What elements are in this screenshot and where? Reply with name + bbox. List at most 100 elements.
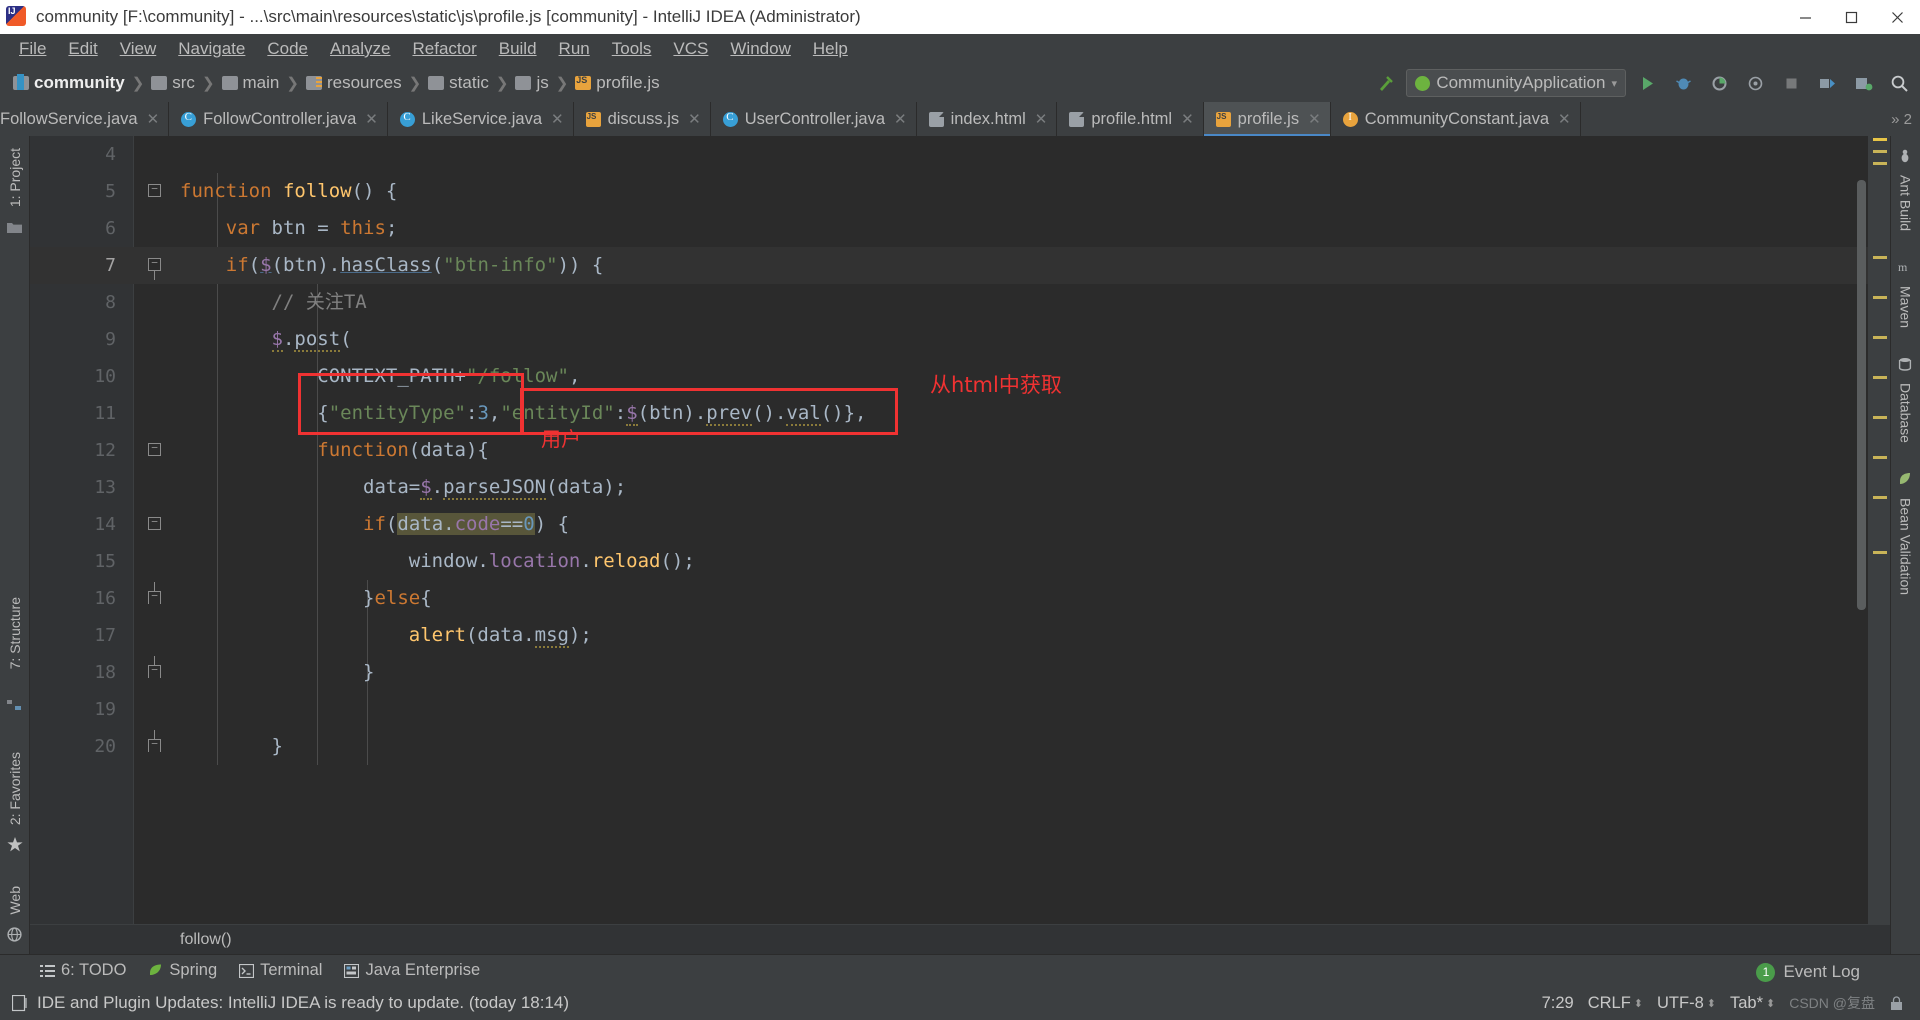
breadcrumb-item-main[interactable]: main xyxy=(219,71,283,95)
run-configuration-selector[interactable]: CommunityApplication ▾ xyxy=(1406,69,1626,97)
menu-vcs[interactable]: VCS xyxy=(662,36,719,62)
error-stripe[interactable] xyxy=(1868,136,1890,924)
editor-tab-profile-html[interactable]: profile.html ✕ xyxy=(1057,102,1204,136)
sidebar-item-maven[interactable]: Maven xyxy=(1894,280,1918,334)
hammer-icon[interactable] xyxy=(1370,69,1400,97)
web-icon[interactable] xyxy=(7,927,22,942)
caret-position[interactable]: 7:29 xyxy=(1542,994,1574,1013)
code-editor[interactable]: 4 5function follow() {6 var btn = this;7 … xyxy=(30,136,1890,954)
editor-tab-profile-js[interactable]: profile.js ✕ xyxy=(1203,102,1331,136)
run-with-coverage-button[interactable] xyxy=(1704,69,1734,97)
close-icon[interactable]: ✕ xyxy=(894,110,907,128)
commit-button[interactable] xyxy=(1848,69,1878,97)
update-project-button[interactable] xyxy=(1812,69,1842,97)
code-line[interactable]: 15 window.location.reload(); xyxy=(30,543,1890,580)
code-line[interactable]: 12 function(data){ xyxy=(30,432,1890,469)
tool-window-todo[interactable]: 6: TODO xyxy=(40,961,126,980)
database-icon[interactable] xyxy=(1898,356,1913,371)
editor-tab-usercontroller-java[interactable]: UserController.java ✕ xyxy=(710,102,917,136)
breadcrumb-item-community[interactable]: community xyxy=(10,71,128,95)
minimize-icon[interactable] xyxy=(1782,0,1828,34)
menu-build[interactable]: Build xyxy=(488,36,548,62)
editor-tab-index-html[interactable]: index.html ✕ xyxy=(916,102,1058,136)
close-icon[interactable]: ✕ xyxy=(1308,110,1321,128)
menu-tools[interactable]: Tools xyxy=(601,36,663,62)
lock-icon[interactable] xyxy=(1889,995,1904,1011)
code-line[interactable]: 16 }else{ xyxy=(30,580,1890,617)
editor-breadcrumb[interactable]: follow() xyxy=(30,924,1890,954)
folder-icon[interactable] xyxy=(7,219,22,234)
maximize-icon[interactable] xyxy=(1828,0,1874,34)
code-line[interactable]: 13 data=$.parseJSON(data); xyxy=(30,469,1890,506)
code-line[interactable]: 14 if(data.code==0) { xyxy=(30,506,1890,543)
editor-tab-discuss-js[interactable]: discuss.js ✕ xyxy=(573,102,711,136)
star-icon[interactable] xyxy=(7,837,23,852)
breadcrumb-item-profile-js[interactable]: profile.js xyxy=(572,71,662,95)
sidebar-item-bean-validation[interactable]: Bean Validation xyxy=(1894,492,1918,601)
menu-navigate[interactable]: Navigate xyxy=(167,36,256,62)
profile-button[interactable] xyxy=(1740,69,1770,97)
close-icon[interactable]: ✕ xyxy=(1558,110,1571,128)
close-icon[interactable]: ✕ xyxy=(1035,110,1048,128)
editor-tab-followcontroller-java[interactable]: FollowController.java ✕ xyxy=(169,102,388,136)
code-fold-toggle[interactable] xyxy=(148,184,161,197)
source-code[interactable]: 4 5function follow() {6 var btn = this;7 … xyxy=(30,136,1890,765)
code-line[interactable]: 19 xyxy=(30,691,1890,728)
sidebar-item-web[interactable]: Web xyxy=(3,880,27,921)
close-icon[interactable]: ✕ xyxy=(1181,110,1194,128)
code-fold-toggle[interactable] xyxy=(148,730,161,752)
close-icon[interactable] xyxy=(1874,0,1920,34)
close-icon[interactable]: ✕ xyxy=(688,110,701,128)
encoding-selector[interactable]: UTF-8 ⬍ xyxy=(1657,994,1716,1013)
run-button[interactable] xyxy=(1632,69,1662,97)
code-line[interactable]: 20 } xyxy=(30,728,1890,765)
line-separator-selector[interactable]: CRLF ⬍ xyxy=(1588,994,1643,1013)
sidebar-item-database[interactable]: Database xyxy=(1894,377,1918,449)
breadcrumb-item-static[interactable]: static xyxy=(425,71,492,95)
code-line[interactable]: 11 {"entityType":3,"entityId":$(btn).pre… xyxy=(30,395,1890,432)
code-fold-toggle[interactable] xyxy=(148,656,161,678)
sidebar-item-ant-build[interactable]: Ant Build xyxy=(1894,169,1918,237)
sidebar-item-structure[interactable]: 7: Structure xyxy=(3,591,27,675)
debug-button[interactable] xyxy=(1668,69,1698,97)
event-log-button[interactable]: 1 Event Log xyxy=(1756,962,1860,982)
code-line[interactable]: 18 } xyxy=(30,654,1890,691)
bean-validation-icon[interactable] xyxy=(1898,471,1913,486)
sidebar-item-favorites[interactable]: 2: Favorites xyxy=(3,746,27,831)
menu-analyze[interactable]: Analyze xyxy=(319,36,401,62)
ant-icon[interactable] xyxy=(1898,148,1913,163)
editor-tabs-overflow[interactable]: » 2 xyxy=(1883,102,1920,136)
code-viewport[interactable]: 4 5function follow() {6 var btn = this;7 … xyxy=(30,136,1890,924)
code-fold-toggle[interactable] xyxy=(148,258,161,280)
menu-view[interactable]: View xyxy=(109,36,168,62)
editor-tab-communityconstant-java[interactable]: CommunityConstant.java ✕ xyxy=(1330,102,1581,136)
code-fold-toggle[interactable] xyxy=(148,582,161,604)
close-icon[interactable]: ✕ xyxy=(365,110,378,128)
code-line[interactable]: 9 $.post( xyxy=(30,321,1890,358)
stop-button[interactable] xyxy=(1776,69,1806,97)
menu-window[interactable]: Window xyxy=(719,36,801,62)
code-line[interactable]: 4 xyxy=(30,136,1890,173)
tool-window-java-enterprise[interactable]: Java Enterprise xyxy=(344,961,480,980)
tool-window-terminal[interactable]: Terminal xyxy=(239,961,322,980)
breadcrumb-item-resources[interactable]: resources xyxy=(303,71,405,95)
structure-icon[interactable] xyxy=(7,697,22,712)
close-icon[interactable]: ✕ xyxy=(147,110,160,128)
code-line[interactable]: 5function follow() { xyxy=(30,173,1890,210)
editor-scrollbar-thumb[interactable] xyxy=(1857,180,1866,610)
menu-run[interactable]: Run xyxy=(548,36,601,62)
code-line[interactable]: 7 if($(btn).hasClass("btn-info")) { xyxy=(30,247,1890,284)
code-line[interactable]: 17 alert(data.msg); xyxy=(30,617,1890,654)
code-line[interactable]: 6 var btn = this; xyxy=(30,210,1890,247)
code-fold-toggle[interactable] xyxy=(148,443,161,456)
menu-code[interactable]: Code xyxy=(256,36,319,62)
maven-icon[interactable]: m xyxy=(1898,259,1913,274)
close-icon[interactable]: ✕ xyxy=(551,110,564,128)
menu-refactor[interactable]: Refactor xyxy=(401,36,487,62)
breadcrumb-item-js[interactable]: js xyxy=(512,71,551,95)
code-fold-toggle[interactable] xyxy=(148,517,161,530)
search-everywhere-button[interactable] xyxy=(1884,69,1914,97)
menu-help[interactable]: Help xyxy=(802,36,859,62)
indent-selector[interactable]: Tab* ⬍ xyxy=(1730,994,1775,1013)
menu-edit[interactable]: Edit xyxy=(57,36,108,62)
